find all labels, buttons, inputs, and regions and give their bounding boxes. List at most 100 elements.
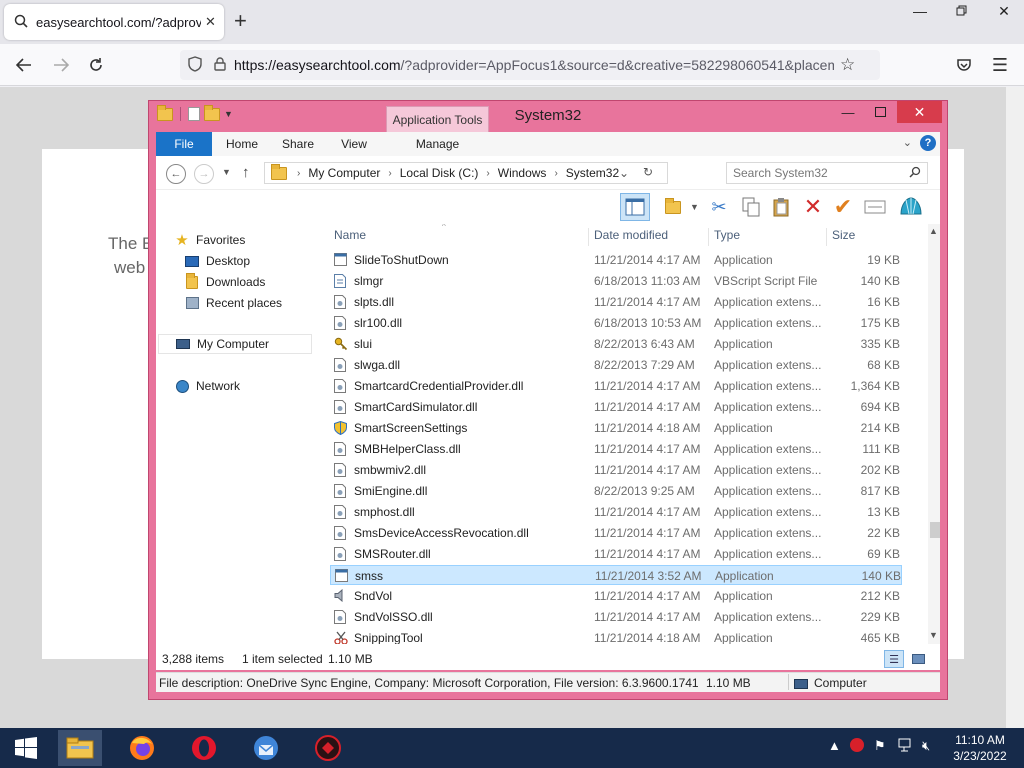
breadcrumb-my-computer[interactable]: My Computer xyxy=(308,166,380,180)
file-row[interactable]: SndVol 11/21/2014 4:17 AM Application 212 K… xyxy=(330,586,902,606)
start-button[interactable] xyxy=(4,730,48,766)
file-row[interactable]: SMBHelperClass.dll 11/21/2014 4:17 AM Appl… xyxy=(330,439,902,459)
file-type: Application xyxy=(714,421,773,435)
url-text[interactable]: https://easysearchtool.com/?adprovider=A… xyxy=(234,57,834,73)
nav-my-computer[interactable]: My Computer xyxy=(158,334,312,354)
shell-icon[interactable] xyxy=(898,194,924,220)
tab-share[interactable]: Share xyxy=(272,132,324,156)
column-header-type[interactable]: Type xyxy=(714,228,814,248)
restore-button[interactable] xyxy=(942,0,982,22)
search-icon[interactable] xyxy=(909,166,921,181)
properties-icon[interactable] xyxy=(660,194,686,220)
file-row[interactable]: smphost.dll 11/21/2014 4:17 AM Application… xyxy=(330,502,902,522)
file-row[interactable]: SnippingTool 11/21/2014 4:18 AM Applicatio… xyxy=(330,628,902,644)
network-tray-icon[interactable] xyxy=(898,738,914,755)
paste-icon[interactable] xyxy=(768,194,794,220)
file-row[interactable]: smbwmiv2.dll 11/21/2014 4:17 AM Applicatio… xyxy=(330,460,902,480)
forward-button[interactable]: → xyxy=(194,164,214,184)
column-header-date[interactable]: Date modified xyxy=(594,228,706,248)
tab-file[interactable]: File xyxy=(156,132,212,156)
details-view-icon[interactable]: ☰ xyxy=(884,650,904,668)
large-icons-view-icon[interactable] xyxy=(908,650,928,668)
delete-icon[interactable]: ✕ xyxy=(800,194,826,220)
tab-home[interactable]: Home xyxy=(216,132,268,156)
nav-network[interactable]: Network xyxy=(174,376,240,396)
minimize-button[interactable]: — xyxy=(833,101,863,123)
taskbar-opera[interactable] xyxy=(182,730,226,766)
file-row[interactable]: SmartScreenSettings 11/21/2014 4:18 AM App… xyxy=(330,418,902,438)
expand-ribbon-icon[interactable]: ⌄ xyxy=(903,136,912,149)
preview-pane-icon[interactable] xyxy=(620,193,650,221)
reload-button[interactable] xyxy=(83,53,109,77)
dll-file-icon xyxy=(334,442,347,456)
system-clock[interactable]: 11:10 AM 3/23/2022 xyxy=(948,732,1012,764)
search-input[interactable]: Search System32 xyxy=(726,162,928,184)
menu-icon[interactable]: ☰ xyxy=(987,53,1013,77)
file-row-selected[interactable]: smss 11/21/2014 3:52 AM Application 140 KB xyxy=(330,565,902,585)
clock-date: 3/23/2022 xyxy=(953,749,1007,763)
minimize-button[interactable]: — xyxy=(900,0,940,22)
taskbar-thunderbird[interactable] xyxy=(244,730,288,766)
forward-button[interactable] xyxy=(48,53,74,77)
action-center-flag-icon[interactable]: ⚑ xyxy=(874,738,886,754)
nav-downloads[interactable]: Downloads xyxy=(184,272,265,292)
nav-favorites[interactable]: ★ Favorites xyxy=(174,230,245,250)
file-row[interactable]: slmgr 6/18/2013 11:03 AM VBScript Script F… xyxy=(330,271,902,291)
taskbar-app-icon[interactable] xyxy=(306,730,350,766)
file-row[interactable]: SmartCardSimulator.dll 11/21/2014 4:17 AM… xyxy=(330,397,902,417)
tray-app-icon[interactable] xyxy=(850,738,864,755)
tab-view[interactable]: View xyxy=(328,132,380,156)
file-row[interactable]: SmiEngine.dll 8/22/2013 9:25 AM Applicatio… xyxy=(330,481,902,501)
file-row[interactable]: SlideToShutDown 11/21/2014 4:17 AM Applica… xyxy=(330,250,902,270)
close-tab-icon[interactable]: ✕ xyxy=(205,14,216,30)
pocket-icon[interactable] xyxy=(951,53,977,77)
breadcrumb-windows[interactable]: Windows xyxy=(498,166,547,180)
up-icon[interactable]: ↑ xyxy=(242,164,250,181)
back-button[interactable] xyxy=(11,53,37,77)
tab-manage[interactable]: Manage xyxy=(386,132,489,156)
chevron-down-icon[interactable]: ▼ xyxy=(690,202,699,212)
file-row[interactable]: slui 8/22/2013 6:43 AM Application 335 KB xyxy=(330,334,902,354)
maximize-button[interactable] xyxy=(865,101,895,123)
column-header-name[interactable]: Name xyxy=(334,228,584,248)
breadcrumb-system32[interactable]: System32 xyxy=(566,166,619,180)
lock-icon[interactable] xyxy=(214,56,226,74)
recent-locations-icon[interactable]: ▼ xyxy=(222,167,231,177)
file-row[interactable]: slpts.dll 11/21/2014 4:17 AM Application e… xyxy=(330,292,902,312)
minimize-ribbon-icon[interactable] xyxy=(862,194,888,220)
url-bar[interactable]: https://easysearchtool.com/?adprovider=A… xyxy=(180,50,880,80)
scroll-down-icon[interactable]: ▼ xyxy=(929,630,938,640)
file-row[interactable]: SmartcardCredentialProvider.dll 11/21/201… xyxy=(330,376,902,396)
cut-icon[interactable]: ✂ xyxy=(706,194,732,220)
scrollbar-thumb[interactable] xyxy=(930,522,940,538)
scroll-up-icon[interactable]: ▲ xyxy=(929,226,938,236)
taskbar-firefox[interactable] xyxy=(120,730,164,766)
taskbar-file-explorer[interactable] xyxy=(58,730,102,766)
copy-icon[interactable] xyxy=(738,194,764,220)
help-icon[interactable]: ? xyxy=(920,135,936,151)
file-row[interactable]: SmsDeviceAccessRevocation.dll 11/21/2014 … xyxy=(330,523,902,543)
nav-desktop[interactable]: Desktop xyxy=(184,251,250,271)
rename-check-icon[interactable]: ✔ xyxy=(830,194,856,220)
column-header-size[interactable]: Size xyxy=(832,228,902,248)
back-button[interactable]: ← xyxy=(166,164,186,184)
chevron-down-icon[interactable]: ⌄ xyxy=(619,166,629,180)
address-bar[interactable]: › My Computer › Local Disk (C:) › Window… xyxy=(264,162,668,184)
file-row[interactable]: slr100.dll 6/18/2013 10:53 AM Application … xyxy=(330,313,902,333)
refresh-icon[interactable]: ↻ xyxy=(643,165,653,179)
volume-muted-icon[interactable]: 🔇︎ xyxy=(922,738,930,754)
close-button[interactable]: ✕ xyxy=(897,101,942,123)
file-row[interactable]: SMSRouter.dll 11/21/2014 4:17 AM Applicati… xyxy=(330,544,902,564)
bookmark-star-icon[interactable]: ☆ xyxy=(840,55,855,75)
file-row[interactable]: SndVolSSO.dll 11/21/2014 4:17 AM Applicati… xyxy=(330,607,902,627)
file-list-scrollbar[interactable]: ▲ ▼ xyxy=(928,224,940,644)
breadcrumb-local-disk[interactable]: Local Disk (C:) xyxy=(400,166,479,180)
show-hidden-icons[interactable]: ▲ xyxy=(828,738,841,753)
page-scrollbar[interactable] xyxy=(1006,87,1024,728)
browser-tab[interactable]: easysearchtool.com/?adprovider= ✕ xyxy=(4,4,224,40)
shield-icon[interactable] xyxy=(188,55,202,75)
close-window-button[interactable]: ✕ xyxy=(984,0,1024,22)
file-row[interactable]: slwga.dll 8/22/2013 7:29 AM Application ex… xyxy=(330,355,902,375)
nav-recent-places[interactable]: Recent places xyxy=(184,293,282,313)
new-tab-button[interactable]: + xyxy=(234,10,247,32)
